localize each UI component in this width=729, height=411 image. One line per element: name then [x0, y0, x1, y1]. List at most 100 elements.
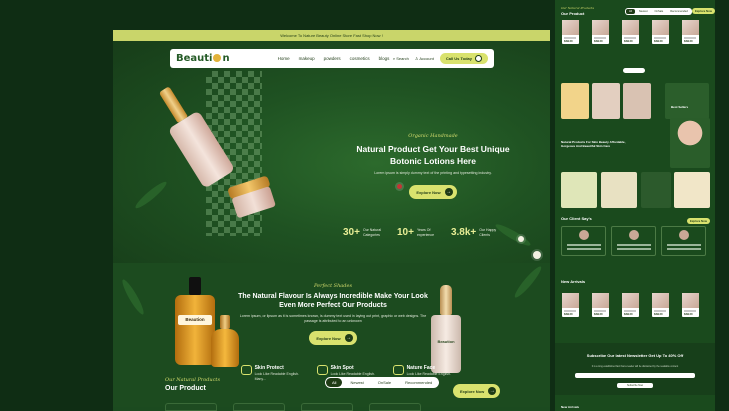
newsletter-email-input[interactable]: [575, 373, 695, 378]
stat-label: Our Natural Categories: [362, 228, 382, 237]
nav-link-makeup[interactable]: makeup: [299, 56, 315, 61]
overview-explore-button[interactable]: Explore Now: [687, 218, 710, 224]
main-mockup: Welcome To Nature Beauty Online Store Fa…: [113, 30, 550, 411]
overview-product-card[interactable]: $399.00: [592, 293, 609, 317]
overview-categories-panel: [555, 170, 715, 210]
newsletter-description: It is a long established fact that a rea…: [591, 365, 679, 368]
overview-bestseller-tile: Best Sellers: [665, 83, 709, 119]
hero-script-label: Organic Handmade: [408, 133, 458, 139]
overview-explore-button[interactable]: Explore Now: [692, 8, 715, 14]
newsletter-subscribe-button[interactable]: Subscribe Now: [617, 383, 653, 388]
product-price: $399.00: [564, 40, 573, 43]
overview-product-card[interactable]: $399.00: [562, 293, 579, 317]
stat-value: 30+: [343, 227, 360, 238]
flower-decoration: [518, 236, 524, 242]
bottle-label: Beaution: [178, 315, 212, 325]
product-tabs: All Newest OnSale Recommended: [325, 377, 440, 388]
overview-product-card[interactable]: $399.00: [622, 20, 639, 44]
overview-product-tile[interactable]: [561, 83, 589, 119]
overview-product-card[interactable]: $399.00: [682, 293, 699, 317]
tab-recommended[interactable]: Recommended: [399, 378, 438, 387]
serum-bottle-image: Beaution: [431, 285, 461, 373]
overview-product-card[interactable]: $399.00: [652, 293, 669, 317]
stat-value: 10+: [396, 227, 414, 238]
overview-product-card[interactable]: $399.00: [562, 20, 579, 44]
overview-tab[interactable]: Newest: [636, 9, 651, 14]
products-explore-label: Explore Now: [460, 388, 485, 394]
overview-promo-title: Natural Products For Skin Beauty Afforda…: [561, 140, 626, 148]
brand-logo[interactable]: Beauti n: [176, 53, 230, 64]
about-explore-label: Explore Now: [316, 335, 341, 341]
overview-product-card[interactable]: $399.00: [592, 20, 609, 44]
page-overview-column: Our Natural Products Our Product All New…: [555, 0, 729, 411]
search-link[interactable]: ⌕ Search: [393, 56, 409, 61]
overview-product-card[interactable]: $399.00: [682, 20, 699, 44]
navbar: Beauti n Home makeup powders cosmetics bl…: [170, 49, 494, 68]
overview-bestseller-label: Best Sellers: [671, 105, 689, 109]
overview-testimonial-card: [661, 226, 706, 256]
feature-title: Skin Spot: [330, 365, 354, 371]
feature-item: Skin Protect Look Like Readable English.…: [241, 365, 303, 381]
overview-tab[interactable]: All: [626, 9, 635, 14]
overview-category-tile[interactable]: [641, 172, 671, 208]
product-price: $399.00: [654, 40, 663, 43]
account-link[interactable]: ♙ Account: [415, 56, 434, 61]
hero-title: Natural Product Get Your Best Unique Bot…: [356, 144, 510, 166]
product-price: $399.00: [564, 313, 573, 316]
hero-explore-label: Explore Now: [416, 189, 441, 195]
product-price: $399.00: [594, 40, 603, 43]
about-explore-button[interactable]: Explore Now →: [309, 331, 357, 345]
hero-explore-button[interactable]: Explore Now →: [409, 185, 457, 199]
feature-icon: [317, 365, 328, 375]
products-explore-button[interactable]: Explore Now →: [453, 384, 501, 398]
leaf-decoration: [512, 264, 544, 300]
oil-bottle-image: Beaution: [175, 277, 215, 369]
overview-category-tile[interactable]: [674, 172, 710, 208]
product-price: $399.00: [594, 313, 603, 316]
nav-actions: ⌕ Search ♙ Account Call Us Today: [393, 53, 488, 64]
overview-product-tile[interactable]: [623, 83, 651, 119]
product-card[interactable]: [301, 403, 353, 411]
product-price: $399.00: [624, 40, 633, 43]
nav-link-cosmetics[interactable]: cosmetics: [350, 56, 370, 61]
tab-all[interactable]: All: [326, 378, 343, 387]
arrow-right-icon: →: [344, 334, 353, 342]
product-card[interactable]: [369, 403, 421, 411]
overview-load-more[interactable]: [623, 68, 645, 73]
nav-link-powders[interactable]: powders: [324, 56, 341, 61]
flower-decoration: [533, 251, 541, 259]
overview-product-card[interactable]: $399.00: [622, 293, 639, 317]
overview-product-card[interactable]: $399.00: [652, 20, 669, 44]
overview-newsletter-panel: Subscribe Our latest Newsletter Get Up T…: [555, 343, 715, 395]
overview-products-heading: Our Product: [561, 11, 585, 16]
call-us-button[interactable]: Call Us Today: [439, 53, 488, 64]
product-card[interactable]: [165, 403, 217, 411]
tab-onsale[interactable]: OnSale: [372, 378, 397, 387]
product-card[interactable]: [233, 403, 285, 411]
feature-title: Skin Protect: [254, 365, 284, 371]
overview-tab[interactable]: Recommended: [667, 9, 691, 14]
stat-label: Years Of experience: [416, 228, 435, 237]
overview-category-tile[interactable]: [561, 172, 597, 208]
overview-testimonial-card: [561, 226, 606, 256]
cart-icon[interactable]: [475, 55, 482, 62]
tab-newest[interactable]: Newest: [344, 378, 369, 387]
about-content: Perfect Shades The Natural Flavour Is Al…: [233, 283, 433, 345]
overview-model-image: [670, 118, 710, 168]
overview-tabs: All Newest OnSale Recommended: [625, 8, 692, 15]
overview-script: Our Natural Products: [561, 6, 595, 10]
overview-product-tile[interactable]: [592, 83, 620, 119]
product-price: $399.00: [654, 313, 663, 316]
arrow-right-icon: →: [488, 387, 497, 395]
nav-link-home[interactable]: Home: [278, 56, 290, 61]
overview-category-tile[interactable]: [601, 172, 637, 208]
overview-tab[interactable]: OnSale: [652, 9, 667, 14]
overview-promo-panel: Natural Products For Skin Beauty Afforda…: [555, 118, 715, 170]
bottle-label: Beaution: [437, 339, 455, 344]
announcement-bar: Welcome To Nature Beauty Online Store Fa…: [113, 30, 550, 41]
about-title: The Natural Flavour Is Always Incredible…: [238, 293, 428, 309]
nav-link-blogs[interactable]: blogs: [379, 56, 390, 61]
stat-item: 30+ Our Natural Categories: [343, 227, 387, 238]
overview-footer-heading: New Arrivals: [561, 405, 580, 409]
feature-icon: [241, 365, 252, 375]
